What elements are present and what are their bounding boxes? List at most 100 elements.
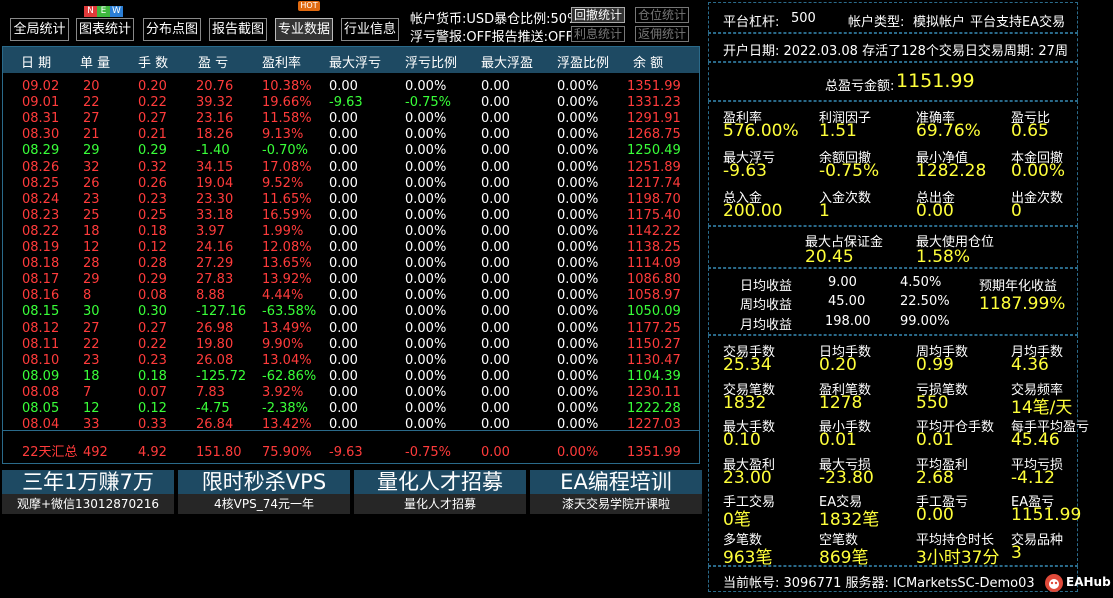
row-float-profit-pct: 0.00% (557, 320, 599, 336)
row-count: 22 (83, 336, 100, 352)
eahub-logo: EAHub (1044, 572, 1111, 594)
table-row[interactable]: 08.11 22 0.22 19.80 9.90% 0.00 0.00% 0.00 0.00% 1… (3, 337, 699, 353)
table-row[interactable]: 08.12 27 0.27 26.98 13.49% 0.00 0.00% 0.00 0.00%… (3, 321, 699, 337)
table-row[interactable]: 08.15 30 0.30 -127.16 -63.58% 0.00 0.00% 0.00 0.… (3, 304, 699, 320)
btn-pro-data[interactable]: 专业数据 (275, 18, 333, 41)
promo-subtitle: 4核VPS_74元一年 (178, 494, 350, 514)
btn-interest-stats[interactable]: 利息统计 (571, 26, 626, 42)
new-badge-w: W (110, 6, 123, 17)
row-balance: 1351.99 (627, 79, 681, 94)
table-row[interactable]: 08.17 29 0.29 27.83 13.92% 0.00 0.00% 0.00 0.00%… (3, 272, 699, 288)
stats-section-1: 盈利率 576.00% 利润因子 1.51 准确率 69.76% 盈亏比 0.65 最大浮亏 -9… (708, 101, 1078, 226)
table-row[interactable]: 08.24 23 0.23 23.30 11.65% 0.00 0.00% 0.00 0.00%… (3, 192, 699, 208)
summary-balance: 1351.99 (627, 445, 681, 460)
row-lots: 0.12 (138, 401, 167, 416)
summary-max-float-profit: 0.00 (481, 445, 510, 460)
table-row[interactable]: 08.29 29 0.29 -1.40 -0.70% 0.00 0.00% 0.00 0.00%… (3, 143, 699, 159)
row-drawdown-pct: 0.00% (405, 127, 447, 143)
row-rate: 10.38% (262, 79, 312, 94)
row-max-drawdown: 0.00 (329, 336, 358, 352)
row-pl: 19.80 (196, 336, 234, 352)
row-lots: 0.25 (138, 207, 167, 223)
stat-value: -9.63 (723, 161, 767, 181)
header-drawdown-pct: 浮亏比例 (405, 56, 458, 71)
header-rate: 盈利率 (262, 56, 302, 71)
summary-divider (3, 430, 699, 431)
table-row[interactable]: 08.08 7 0.07 7.83 3.92% 0.00 0.00% 0.00 0.00% 123… (3, 385, 699, 401)
row-count: 7 (83, 384, 92, 400)
row-float-profit-pct: 0.00% (557, 352, 599, 368)
table-row[interactable]: 08.05 12 0.12 -4.75 -2.38% 0.00 0.00% 0.00 0.00%… (3, 401, 699, 417)
btn-global-stats[interactable]: 全局统计 (10, 18, 69, 41)
summary-row: 22天汇总 492 4.92 151.80 75.90% -9.63 -0.75… (3, 445, 699, 461)
row-max-float-profit: 0.00 (481, 352, 510, 368)
row-max-drawdown: 0.00 (329, 191, 358, 207)
table-row[interactable]: 08.30 21 0.21 18.26 9.13% 0.00 0.00% 0.00 0.00% 1… (3, 127, 699, 143)
stat-value: 0.00 (916, 505, 954, 525)
row-pl: -4.75 (196, 401, 230, 416)
row-pl: 23.30 (196, 191, 234, 207)
header-count: 单 量 (80, 56, 111, 71)
promo-banner-2[interactable]: 限时秒杀VPS 4核VPS_74元一年 (178, 470, 350, 514)
row-date: 08.18 (22, 256, 60, 272)
row-pl: 27.29 (196, 256, 234, 272)
row-rate: 3.92% (262, 384, 304, 400)
table-row[interactable]: 08.16 8 0.08 8.88 4.44% 0.00 0.00% 0.00 0.00% 105… (3, 288, 699, 304)
table-row[interactable]: 08.18 28 0.28 27.29 13.65% 0.00 0.00% 0.00 0.00%… (3, 256, 699, 272)
row-max-float-profit: 0.00 (481, 256, 510, 272)
stat-value: 1 (819, 201, 830, 221)
row-rate: 19.66% (262, 95, 312, 111)
new-badge-e: E (97, 6, 110, 17)
table-row[interactable]: 08.09 18 0.18 -125.72 -62.86% 0.00 0.00% 0.00 0.… (3, 369, 699, 385)
row-lots: 0.22 (138, 95, 167, 111)
promo-banner-4[interactable]: EA编程培训 漆天交易学院开课啦 (530, 470, 702, 514)
btn-chart-stats[interactable]: 图表统计 (76, 18, 134, 41)
row-max-drawdown: -9.63 (329, 95, 363, 111)
btn-rebate-stats[interactable]: 返佣统计 (635, 26, 690, 42)
promo-title: 量化人才招募 (354, 470, 526, 494)
row-count: 29 (83, 143, 100, 159)
btn-position-stats[interactable]: 仓位统计 (635, 7, 690, 23)
table-row[interactable]: 08.26 32 0.32 34.15 17.08% 0.00 0.00% 0.00 0.00%… (3, 160, 699, 176)
promo-banner-1[interactable]: 三年1万赚7万 观摩+微信13012870216 (2, 470, 174, 514)
row-pl: 20.76 (196, 79, 234, 94)
daily-return-label: 日均收益 (740, 279, 793, 294)
table-row[interactable]: 09.02 20 0.20 20.76 10.38% 0.00 0.00% 0.00 0.00%… (3, 79, 699, 95)
stat-value: -4.12 (1011, 467, 1055, 488)
row-drawdown-pct: 0.00% (405, 159, 447, 175)
btn-report-screenshot[interactable]: 报告截图 (209, 18, 267, 41)
btn-drawdown-stats[interactable]: 回撤统计 (571, 7, 626, 23)
row-max-float-profit: 0.00 (481, 127, 510, 143)
row-float-profit-pct: 0.00% (557, 207, 599, 223)
row-max-float-profit: 0.00 (481, 143, 510, 159)
total-pl-label: 总盈亏金额: (825, 79, 895, 94)
row-date: 08.30 (22, 127, 60, 143)
stat-value: 0.65 (1011, 121, 1049, 141)
row-date: 08.24 (22, 191, 60, 207)
stat-value: 0.01 (819, 430, 857, 450)
row-max-float-profit: 0.00 (481, 288, 510, 304)
row-balance: 1331.23 (627, 95, 681, 111)
row-rate: 9.13% (262, 127, 304, 143)
table-row[interactable]: 09.01 22 0.22 39.32 19.66% -9.63 -0.75% 0.00 0.0… (3, 95, 699, 111)
promo-subtitle: 量化人才招募 (354, 494, 526, 514)
table-row[interactable]: 08.25 26 0.26 19.04 9.52% 0.00 0.00% 0.00 0.00% 1… (3, 176, 699, 192)
daily-return-amount: 9.00 (828, 275, 857, 290)
row-float-profit-pct: 0.00% (557, 401, 599, 416)
row-float-profit-pct: 0.00% (557, 304, 599, 320)
row-drawdown-pct: 0.00% (405, 336, 447, 352)
open-date-section: 开户日期: 2022.03.08 存活了128个交易日交易周期: 27周 (708, 33, 1078, 62)
table-row[interactable]: 08.10 23 0.23 26.08 13.04% 0.00 0.00% 0.00 0.00%… (3, 353, 699, 369)
table-row[interactable]: 08.22 18 0.18 3.97 1.99% 0.00 0.00% 0.00 0.00% 11… (3, 224, 699, 240)
promo-banner-3[interactable]: 量化人才招募 量化人才招募 (354, 470, 526, 514)
table-row[interactable]: 08.31 27 0.27 23.16 11.58% 0.00 0.00% 0.00 0.00%… (3, 111, 699, 127)
table-row[interactable]: 08.19 12 0.12 24.16 12.08% 0.00 0.00% 0.00 0.00%… (3, 240, 699, 256)
stat-value: 869笔 (819, 547, 869, 568)
btn-industry-info[interactable]: 行业信息 (341, 18, 399, 41)
total-pl-value: 1151.99 (896, 70, 975, 92)
btn-scatter-plot[interactable]: 分布点图 (143, 18, 201, 41)
row-date: 08.29 (22, 143, 60, 159)
row-count: 23 (83, 352, 100, 368)
table-row[interactable]: 08.23 25 0.25 33.18 16.59% 0.00 0.00% 0.00 0.00%… (3, 208, 699, 224)
row-rate: -0.70% (262, 143, 308, 159)
